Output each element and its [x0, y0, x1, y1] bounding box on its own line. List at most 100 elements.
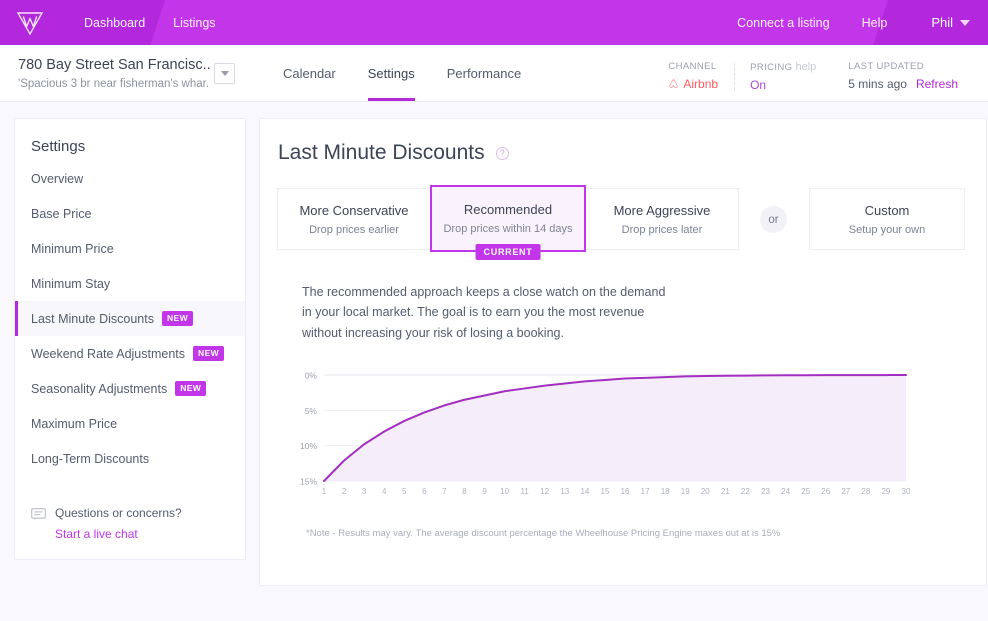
sidebar-item-label: Weekend Rate Adjustments: [31, 347, 185, 361]
listing-subtitle: 'Spacious 3 br near fisherman's whar...': [18, 78, 210, 90]
strategy-options-row: More Conservative Drop prices earlier Re…: [276, 188, 964, 252]
sidebar-item-label: Last Minute Discounts: [31, 312, 154, 326]
chart-x-tick-label: 13: [560, 487, 569, 496]
nav-link-help[interactable]: Help: [846, 10, 904, 36]
chart-x-tick-label: 25: [801, 487, 810, 496]
top-navigation-bar: Dashboard Listings Connect a listing Hel…: [0, 0, 988, 45]
nav-link-dashboard[interactable]: Dashboard: [70, 10, 159, 36]
sidebar-item-maximum-price[interactable]: Maximum Price: [15, 406, 245, 441]
chart-x-tick-label: 28: [861, 487, 870, 496]
tab-calendar[interactable]: Calendar: [267, 45, 352, 101]
sidebar-item-overview[interactable]: Overview: [15, 161, 245, 196]
sidebar-item-label: Long-Term Discounts: [31, 452, 149, 466]
chart-x-tick-label: 4: [382, 487, 387, 496]
pricing-label: PRICINGhelp: [750, 61, 816, 73]
sidebar-item-label: Minimum Stay: [31, 277, 110, 291]
chart-x-tick-label: 8: [462, 487, 467, 496]
page-title: Last Minute Discounts: [278, 141, 485, 165]
option-more-conservative[interactable]: More Conservative Drop prices earlier: [277, 188, 431, 250]
chart-x-tick-label: 24: [781, 487, 790, 496]
current-badge: CURRENT: [476, 244, 541, 260]
chart-x-tick-label: 2: [342, 487, 347, 496]
main-content-panel: Last Minute Discounts ? More Conservativ…: [259, 118, 987, 586]
chart-x-tick-label: 20: [701, 487, 710, 496]
chart-x-tick-label: 1: [322, 487, 327, 496]
support-question: Questions or concerns?: [55, 506, 182, 520]
secondary-nav-links: Connect a listing Help Phil: [721, 9, 988, 36]
nav-link-listings[interactable]: Listings: [159, 10, 229, 36]
sidebar-item-minimum-price[interactable]: Minimum Price: [15, 231, 245, 266]
chart-x-tick-label: 26: [821, 487, 830, 496]
chart-x-tick-label: 18: [661, 487, 670, 496]
chart-x-tick-label: 10: [500, 487, 509, 496]
chart-x-tick-label: 12: [540, 487, 549, 496]
user-menu[interactable]: Phil: [903, 9, 974, 36]
option-subtitle: Drop prices later: [622, 224, 703, 236]
option-subtitle: Drop prices within 14 days: [443, 223, 572, 235]
last-updated-value-row: 5 mins ago Refresh: [848, 77, 958, 91]
listing-subheader: 780 Bay Street San Francisc... 'Spacious…: [0, 45, 988, 102]
primary-nav-links: Dashboard Listings: [70, 10, 230, 36]
sidebar-item-weekend-rate-adjustments[interactable]: Weekend Rate Adjustments NEW: [15, 336, 245, 371]
chart-x-tick-label: 14: [580, 487, 589, 496]
option-recommended[interactable]: Recommended Drop prices within 14 days C…: [430, 185, 586, 252]
pricing-status: On: [750, 78, 766, 92]
sidebar-item-base-price[interactable]: Base Price: [15, 196, 245, 231]
option-custom[interactable]: Custom Setup your own: [809, 188, 965, 250]
last-updated-label: LAST UPDATED: [848, 61, 958, 72]
channel-label: CHANNEL: [668, 61, 718, 72]
chat-bubble-icon: [31, 508, 46, 541]
chart-x-tick-label: 3: [362, 487, 367, 496]
option-subtitle: Setup your own: [849, 224, 925, 236]
nav-link-connect-a-listing[interactable]: Connect a listing: [721, 10, 845, 36]
chart-x-tick-label: 7: [442, 487, 447, 496]
chart-y-tick-label: 10%: [300, 441, 317, 451]
sidebar-item-label: Seasonality Adjustments: [31, 382, 167, 396]
tab-settings[interactable]: Settings: [352, 45, 431, 101]
option-title: More Conservative: [299, 203, 408, 218]
start-live-chat-link[interactable]: Start a live chat: [55, 527, 182, 541]
chart-y-tick-label: 5%: [305, 406, 318, 416]
support-chat-block: Questions or concerns? Start a live chat: [15, 476, 245, 541]
chart-x-tick-label: 6: [422, 487, 427, 496]
pricing-meta: PRICINGhelp On: [734, 61, 832, 92]
sidebar-item-last-minute-discounts[interactable]: Last Minute Discounts NEW: [15, 301, 245, 336]
tab-performance[interactable]: Performance: [431, 45, 537, 101]
chart-area-fill: [324, 375, 906, 481]
wheelhouse-w-logo-icon[interactable]: [12, 7, 48, 39]
support-chat-text: Questions or concerns? Start a live chat: [55, 506, 182, 541]
sidebar-item-long-term-discounts[interactable]: Long-Term Discounts: [15, 441, 245, 476]
chart-x-tick-label: 29: [881, 487, 890, 496]
question-mark-circle-icon[interactable]: ?: [496, 147, 509, 160]
chart-footnote: *Note - Results may vary. The average di…: [276, 528, 964, 539]
listing-selector-dropdown[interactable]: [214, 63, 235, 84]
chart-x-tick-label: 5: [402, 487, 407, 496]
sidebar-item-seasonality-adjustments[interactable]: Seasonality Adjustments NEW: [15, 371, 245, 406]
pricing-help-link[interactable]: help: [795, 61, 816, 73]
chevron-down-icon: [221, 71, 229, 76]
sidebar-item-label: Minimum Price: [31, 242, 114, 256]
section-tabs: Calendar Settings Performance: [267, 45, 537, 101]
sidebar-item-label: Overview: [31, 172, 83, 186]
channel-value-row: Airbnb: [668, 77, 718, 91]
chart-x-tick-label: 23: [761, 487, 770, 496]
channel-value: Airbnb: [668, 77, 718, 91]
sidebar-item-minimum-stay[interactable]: Minimum Stay: [15, 266, 245, 301]
refresh-button[interactable]: Refresh: [916, 77, 958, 91]
chart-x-tick-label: 30: [902, 487, 910, 496]
chart-x-tick-label: 17: [641, 487, 650, 496]
chevron-down-icon: [960, 20, 970, 26]
option-subtitle: Drop prices earlier: [309, 224, 399, 236]
sidebar-heading: Settings: [15, 133, 245, 161]
header-meta-group: CHANNEL Airbnb PRICINGhelp On LAST UPDAT…: [652, 55, 974, 92]
discount-curve-chart: 0%5%10%15%123456789101112131415161718192…: [276, 365, 964, 510]
new-badge: NEW: [162, 311, 193, 325]
channel-name: Airbnb: [683, 77, 718, 91]
page-title-row: Last Minute Discounts ?: [276, 137, 964, 165]
chart-x-tick-label: 9: [482, 487, 487, 496]
chart-x-tick-label: 27: [841, 487, 850, 496]
chart-x-tick-label: 19: [681, 487, 690, 496]
chart-x-tick-label: 21: [721, 487, 730, 496]
option-more-aggressive[interactable]: More Aggressive Drop prices later: [585, 188, 739, 250]
or-separator: or: [760, 206, 787, 233]
